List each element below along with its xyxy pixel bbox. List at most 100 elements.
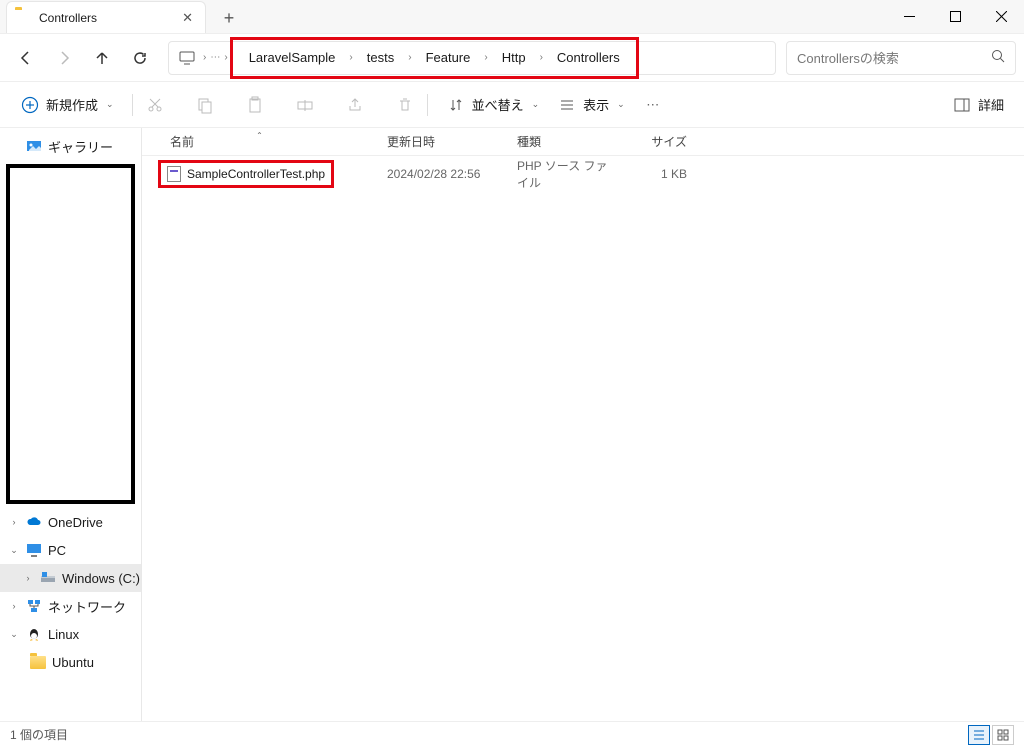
chevron-right-icon[interactable]: › bbox=[406, 52, 413, 63]
sidebar-item-label: Ubuntu bbox=[52, 655, 94, 670]
search-input[interactable]: Controllersの検索 bbox=[786, 41, 1016, 75]
file-date: 2024/02/28 22:56 bbox=[377, 167, 507, 181]
up-button[interactable] bbox=[84, 40, 120, 76]
cloud-icon bbox=[26, 514, 42, 530]
maximize-button[interactable] bbox=[932, 0, 978, 33]
chevron-right-icon[interactable]: › bbox=[201, 52, 208, 63]
sort-button[interactable]: 並べ替え ⌄ bbox=[440, 89, 546, 121]
main: ギャラリー › OneDrive ⌄ PC › Windows (C:) › ネ… bbox=[0, 128, 1024, 721]
chevron-right-icon[interactable]: › bbox=[8, 601, 20, 611]
sidebar-item-label: PC bbox=[48, 543, 66, 558]
php-file-icon bbox=[167, 166, 181, 182]
search-icon[interactable] bbox=[991, 49, 1005, 66]
sidebar-item-ubuntu[interactable]: Ubuntu bbox=[0, 648, 141, 676]
separator bbox=[427, 94, 428, 116]
tab-title: Controllers bbox=[39, 11, 97, 25]
header-type[interactable]: 種類 bbox=[507, 133, 617, 150]
more-button[interactable]: ⋯ bbox=[637, 89, 669, 121]
chevron-down-icon[interactable]: ⌄ bbox=[8, 629, 20, 640]
header-date[interactable]: 更新日時 bbox=[377, 133, 507, 150]
chevron-right-icon[interactable]: › bbox=[8, 517, 20, 527]
file-row[interactable]: SampleControllerTest.php 2024/02/28 22:5… bbox=[142, 156, 1024, 192]
gallery-icon bbox=[26, 138, 42, 154]
chevron-down-icon: ⌄ bbox=[106, 99, 114, 110]
breadcrumb-item[interactable]: Http bbox=[490, 46, 538, 69]
paste-icon[interactable] bbox=[245, 95, 265, 115]
status-bar: 1 個の項目 bbox=[0, 721, 1024, 747]
refresh-button[interactable] bbox=[122, 40, 158, 76]
separator bbox=[132, 94, 133, 116]
sidebar-item-onedrive[interactable]: › OneDrive bbox=[0, 508, 141, 536]
breadcrumb-item[interactable]: tests bbox=[355, 46, 406, 69]
sidebar-item-label: ギャラリー bbox=[48, 137, 113, 156]
share-icon[interactable] bbox=[345, 95, 365, 115]
sort-icon bbox=[446, 95, 466, 115]
chevron-right-icon[interactable]: › bbox=[538, 52, 545, 63]
sidebar-item-label: OneDrive bbox=[48, 515, 103, 530]
tab-controllers[interactable]: Controllers ✕ bbox=[6, 1, 206, 33]
plus-circle-icon bbox=[20, 95, 40, 115]
header-name[interactable]: ⌃ 名前 bbox=[142, 133, 377, 150]
item-count: 1 個の項目 bbox=[10, 726, 68, 743]
details-button[interactable]: 詳細 bbox=[946, 89, 1010, 121]
file-size: 1 KB bbox=[617, 167, 697, 181]
breadcrumb[interactable]: › ⋯ › LaravelSample › tests › Feature › … bbox=[168, 41, 776, 75]
chevron-right-icon[interactable]: › bbox=[222, 52, 229, 63]
new-tab-button[interactable]: + bbox=[214, 3, 244, 33]
chevron-down-icon: ⌄ bbox=[532, 99, 540, 110]
minimize-button[interactable] bbox=[886, 0, 932, 33]
monitor-icon[interactable] bbox=[173, 50, 201, 66]
sidebar-item-windows-c[interactable]: › Windows (C:) bbox=[0, 564, 141, 592]
chevron-right-icon[interactable]: › bbox=[482, 52, 489, 63]
file-highlight: SampleControllerTest.php bbox=[158, 160, 334, 188]
sidebar-item-gallery[interactable]: ギャラリー bbox=[0, 132, 141, 160]
chevron-down-icon[interactable]: ⌄ bbox=[8, 545, 20, 556]
network-icon bbox=[26, 598, 42, 614]
redacted-area bbox=[6, 164, 135, 504]
more-icon: ⋯ bbox=[643, 95, 663, 115]
close-tab-icon[interactable]: ✕ bbox=[178, 8, 197, 28]
chevron-right-icon[interactable]: › bbox=[22, 573, 34, 583]
header-size[interactable]: サイズ bbox=[617, 133, 697, 150]
sidebar-item-label: Windows (C:) bbox=[62, 571, 140, 586]
folder-icon bbox=[15, 10, 31, 26]
sidebar: ギャラリー › OneDrive ⌄ PC › Windows (C:) › ネ… bbox=[0, 128, 142, 721]
nav-bar: › ⋯ › LaravelSample › tests › Feature › … bbox=[0, 34, 1024, 82]
breadcrumb-item[interactable]: Feature bbox=[414, 46, 483, 69]
details-view-button[interactable] bbox=[968, 725, 990, 745]
titlebar: Controllers ✕ + bbox=[0, 0, 1024, 34]
delete-icon[interactable] bbox=[395, 95, 415, 115]
sidebar-item-pc[interactable]: ⌄ PC bbox=[0, 536, 141, 564]
forward-button[interactable] bbox=[46, 40, 82, 76]
breadcrumb-item[interactable]: Controllers bbox=[545, 46, 632, 69]
cut-icon[interactable] bbox=[145, 95, 165, 115]
search-placeholder: Controllersの検索 bbox=[797, 48, 899, 67]
chevron-down-icon: ⌄ bbox=[617, 99, 625, 110]
window-controls bbox=[886, 0, 1024, 33]
view-button[interactable]: 表示 ⌄ bbox=[551, 89, 631, 121]
pc-icon bbox=[26, 542, 42, 558]
icons-view-button[interactable] bbox=[992, 725, 1014, 745]
linux-icon bbox=[26, 626, 42, 642]
details-pane-icon bbox=[952, 95, 972, 115]
new-button[interactable]: 新規作成 ⌄ bbox=[14, 89, 120, 121]
sort-indicator-icon: ⌃ bbox=[256, 131, 263, 140]
breadcrumb-item[interactable]: LaravelSample bbox=[237, 46, 348, 69]
sidebar-item-linux[interactable]: ⌄ Linux bbox=[0, 620, 141, 648]
drive-icon bbox=[40, 570, 56, 586]
file-name-cell: SampleControllerTest.php bbox=[142, 160, 377, 188]
file-type: PHP ソース ファイル bbox=[507, 157, 617, 191]
copy-icon[interactable] bbox=[195, 95, 215, 115]
content-area: ⌃ 名前 更新日時 種類 サイズ SampleControllerTest.ph… bbox=[142, 128, 1024, 721]
back-button[interactable] bbox=[8, 40, 44, 76]
chevron-right-icon[interactable]: › bbox=[347, 52, 354, 63]
rename-icon[interactable] bbox=[295, 95, 315, 115]
breadcrumb-highlight: LaravelSample › tests › Feature › Http ›… bbox=[230, 37, 639, 79]
close-window-button[interactable] bbox=[978, 0, 1024, 33]
column-headers: ⌃ 名前 更新日時 種類 サイズ bbox=[142, 128, 1024, 156]
more-icon[interactable]: ⋯ bbox=[208, 52, 222, 63]
toolbar: 新規作成 ⌄ 並べ替え ⌄ 表示 ⌄ ⋯ 詳細 bbox=[0, 82, 1024, 128]
sidebar-item-label: ネットワーク bbox=[48, 597, 126, 616]
sidebar-item-label: Linux bbox=[48, 627, 79, 642]
sidebar-item-network[interactable]: › ネットワーク bbox=[0, 592, 141, 620]
